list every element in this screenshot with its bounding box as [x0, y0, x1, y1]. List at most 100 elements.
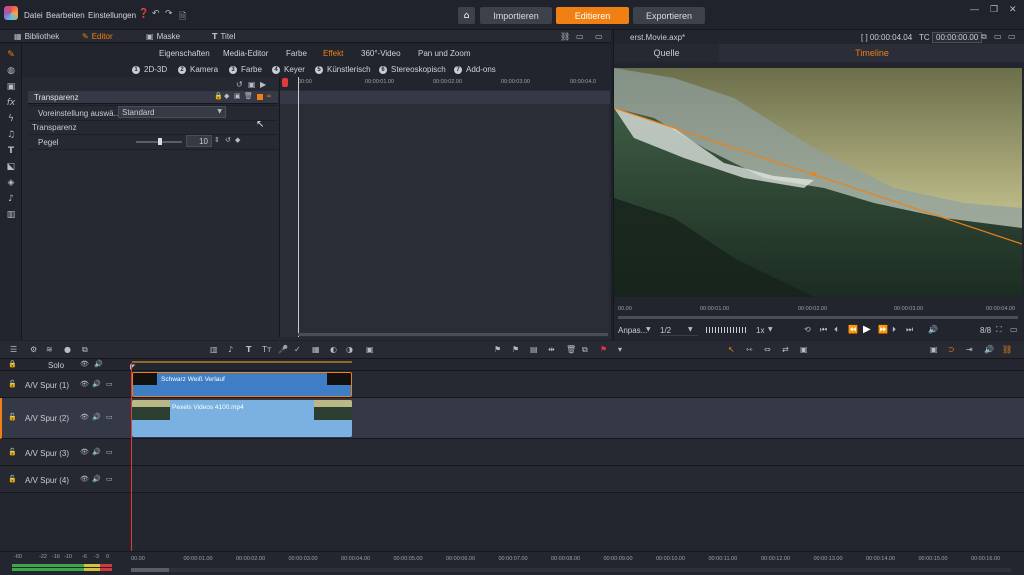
multicam-icon[interactable]: ▦ [312, 345, 320, 354]
lock-icon[interactable]: 🔓 [8, 380, 17, 388]
link-icon[interactable]: ∞ [266, 92, 272, 100]
music-icon[interactable]: ♫ [4, 128, 18, 142]
link-icon[interactable]: ⛓ [560, 32, 570, 41]
tab-mask[interactable]: ▣ Maske [146, 31, 180, 42]
tab-effect[interactable]: Effekt [323, 49, 343, 58]
monitor-icon[interactable]: ▭ [106, 448, 113, 456]
audio-icon[interactable]: ♪ [4, 192, 18, 206]
snapshot-icon[interactable]: ⧉ [981, 32, 987, 42]
snapshot-icon[interactable]: ⧉ [582, 345, 588, 355]
fx-icon[interactable]: fx [4, 96, 18, 110]
speaker-icon[interactable]: 🔊 [92, 413, 101, 421]
eye-icon[interactable]: 👁 [80, 380, 89, 388]
record-icon[interactable]: ● [64, 345, 71, 354]
slide-tool-icon[interactable]: ⇄ [782, 345, 789, 354]
audio-icon[interactable]: ♪ [228, 345, 233, 354]
storyboard-icon[interactable]: ⧉ [82, 345, 88, 355]
speed-select[interactable]: 1x [756, 326, 764, 335]
delete-icon[interactable]: 🗑 [244, 92, 253, 100]
redo-icon[interactable]: ↷ [165, 9, 173, 19]
play-icon[interactable]: ▶ [863, 324, 871, 335]
next-frame-icon[interactable]: ⏵ [892, 325, 896, 335]
color-icon[interactable]: ◐ [330, 345, 337, 354]
minimize-icon[interactable]: — [970, 4, 979, 14]
speaker-icon[interactable]: 🔊 [94, 360, 103, 368]
timecode-input[interactable]: 00:00:00.00 [932, 32, 983, 43]
maximize-icon[interactable]: ❐ [990, 4, 998, 15]
lock-icon[interactable]: 🔓 [8, 448, 17, 456]
import-button[interactable]: Importieren [480, 7, 552, 24]
tab-library[interactable]: ▦ Bibliothek [14, 31, 59, 42]
work-area-bar[interactable] [132, 361, 352, 363]
text-style-icon[interactable]: Tт [262, 345, 272, 354]
select-tool-icon[interactable]: ↖ [728, 345, 735, 354]
editor-icon[interactable]: ✎ [4, 48, 18, 62]
motion-icon[interactable]: ⬕ [4, 160, 18, 174]
lock-icon[interactable]: 🔓 [8, 475, 17, 483]
marker-icon[interactable]: ⚑ [494, 345, 501, 354]
tab-pan-zoom[interactable]: Pan und Zoom [418, 49, 470, 58]
monitor-icon[interactable]: ▭ [106, 475, 113, 483]
panel-icon[interactable]: ▭ [576, 32, 584, 41]
timeline-playhead[interactable] [131, 363, 132, 568]
panel-icon[interactable]: ▭ [1010, 325, 1018, 334]
lock-icon[interactable]: 🔒 [8, 360, 17, 368]
preset-select[interactable]: Standard ▼ [118, 106, 226, 118]
trim-tool-icon[interactable]: ⇿ [746, 345, 753, 354]
keyframe-ruler[interactable]: 00:00 00:00:01.00 00:00:02.00 00:00:03.0… [280, 77, 610, 90]
fit-select[interactable]: Anpas... [616, 326, 649, 335]
menu-edit[interactable]: Bearbeiten [46, 11, 85, 20]
stretch-tool-icon[interactable]: ▣ [800, 345, 808, 354]
preview-ruler[interactable]: 00.00 00:00:01.00 00:00:02.00 00:00:03.0… [614, 298, 1022, 320]
menu-file[interactable]: Datei [24, 11, 43, 20]
chevron-down-icon[interactable]: ▾ [618, 345, 622, 354]
tab-source[interactable]: Quelle [614, 44, 719, 62]
keyframe-icon[interactable]: ◆ [224, 92, 229, 100]
tab-editor[interactable]: ✎ Editor [82, 31, 113, 42]
link-icon[interactable]: ⛓ [1002, 345, 1012, 354]
tab-artistic[interactable]: 5 Künstlerisch [315, 65, 371, 74]
rewind-icon[interactable]: ⏪ [848, 325, 858, 334]
play-icon[interactable]: ▶ [260, 80, 266, 89]
tab-color[interactable]: Farbe [286, 49, 307, 58]
smart-icon[interactable]: ✓ [294, 345, 301, 354]
magnet-icon[interactable]: ⊃ [948, 345, 955, 354]
speaker-icon[interactable]: 🔊 [92, 475, 101, 483]
fullscreen-icon[interactable]: ⛶ [996, 325, 1002, 335]
timeline-scrollbar[interactable] [131, 568, 1011, 572]
layers-icon[interactable]: ◈ [4, 176, 18, 190]
menu-settings[interactable]: Einstellungen [88, 11, 136, 20]
marker-icon[interactable] [282, 78, 288, 87]
tab-color-fx[interactable]: 3 Farbe [229, 65, 262, 74]
document-icon[interactable]: 🗎 [179, 9, 186, 25]
help-icon[interactable]: ❓ [138, 9, 149, 19]
volume-icon[interactable]: 🔊 [928, 325, 938, 334]
ripple-icon[interactable]: ▤ [530, 345, 538, 354]
marker-red-icon[interactable]: ⚑ [600, 345, 607, 354]
effect-header[interactable]: Transparenz 🔒 ◆ ▣ 🗑 ∞ [28, 91, 278, 104]
keyframe-playhead[interactable] [298, 77, 299, 337]
tab-title[interactable]: T Titel [212, 31, 235, 42]
render-icon[interactable]: ▣ [930, 345, 938, 354]
level-input[interactable]: 10 [186, 135, 212, 147]
close-icon[interactable]: ✕ [1009, 4, 1017, 15]
loop-icon[interactable]: ⟲ [804, 325, 811, 334]
undo-icon[interactable]: ↶ [152, 9, 160, 19]
tab-360-video[interactable]: 360°-Video [361, 49, 401, 58]
color-wheel-icon[interactable]: ◍ [4, 64, 18, 78]
eye-icon[interactable]: 👁 [80, 413, 89, 421]
monitor-icon[interactable]: ▭ [106, 380, 113, 388]
export-button[interactable]: Exportieren [633, 7, 705, 24]
track-settings-icon[interactable]: ⚙ [30, 345, 37, 354]
go-end-icon[interactable]: ⏭ [906, 325, 913, 335]
film-icon[interactable]: ▥ [4, 208, 18, 222]
tab-timeline[interactable]: Timeline [719, 44, 1024, 62]
fast-forward-icon[interactable]: ⏩ [878, 325, 888, 334]
lock-icon[interactable]: 🔒 [214, 92, 223, 100]
keyframe-timeline[interactable]: 00:00 00:00:01.00 00:00:02.00 00:00:03.0… [279, 77, 610, 337]
keyframe-icon[interactable]: ◆ [235, 136, 240, 144]
speaker-icon[interactable]: 🔊 [92, 380, 101, 388]
prev-frame-icon[interactable]: ⏴ [834, 325, 838, 335]
text-icon[interactable]: T [4, 144, 18, 158]
eye-icon[interactable]: 👁 [80, 448, 89, 456]
